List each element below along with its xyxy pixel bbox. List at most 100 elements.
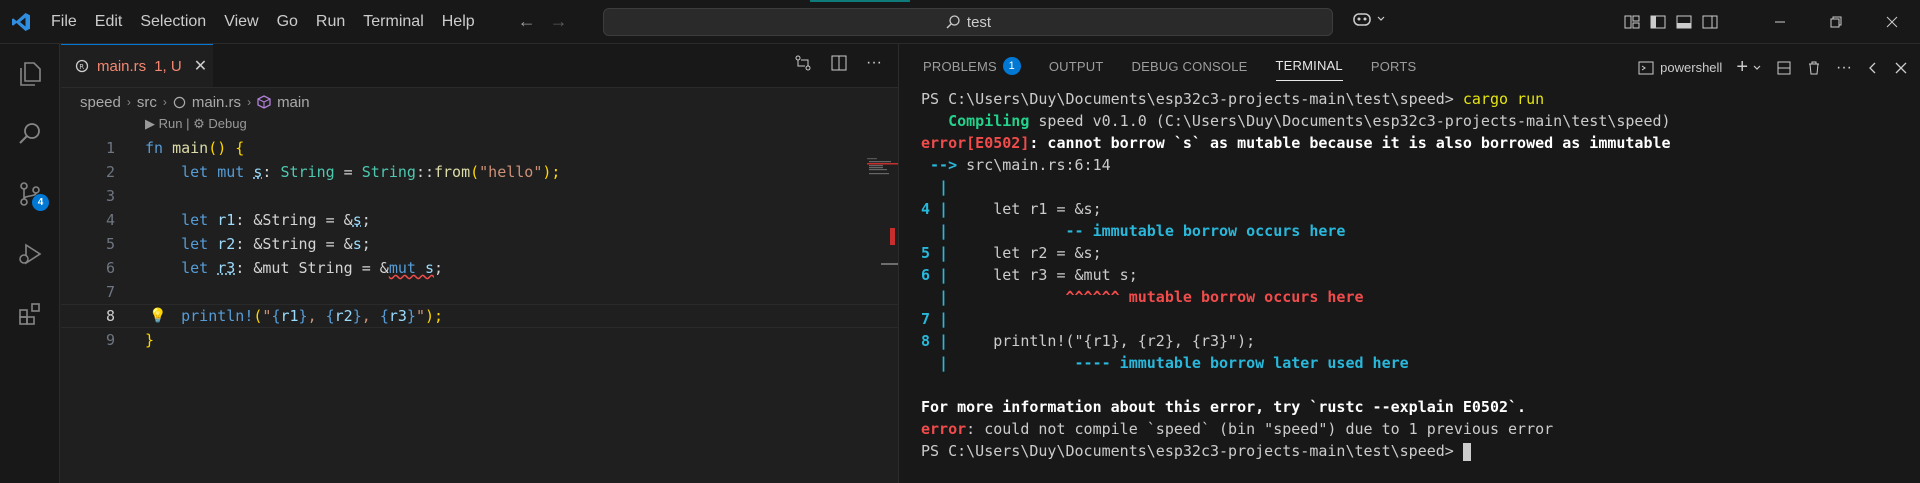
code-line: 3: [61, 184, 898, 208]
terminal-line: PS C:\Users\Duy\Documents\esp32c3-projec…: [921, 440, 1671, 462]
more-actions-icon[interactable]: ···: [1836, 59, 1852, 77]
terminal-line: --> src\main.rs:6:14: [921, 156, 1111, 174]
tab-ports[interactable]: PORTS: [1371, 44, 1431, 88]
forward-arrow-icon[interactable]: →: [550, 11, 568, 32]
menu-view[interactable]: View: [215, 7, 267, 37]
toggle-panel-icon[interactable]: [1676, 14, 1692, 30]
customize-layout-icon[interactable]: [1624, 14, 1640, 30]
editor-area: R main.rs 1, U ✕ ··· speed › src › main.r…: [61, 44, 937, 483]
svg-text:R: R: [79, 63, 84, 71]
back-arrow-icon[interactable]: ←: [518, 11, 536, 32]
files-icon: [20, 62, 41, 86]
terminal-line: error[E0502]: cannot borrow `s` as mutab…: [921, 134, 1671, 152]
tab-main-rs[interactable]: R main.rs 1, U ✕: [61, 44, 213, 87]
vscode-logo-icon: [0, 0, 42, 44]
chevron-down-icon[interactable]: [1752, 63, 1762, 73]
shell-name[interactable]: powershell: [1660, 60, 1722, 75]
chevron-right-icon: ›: [247, 95, 252, 109]
terminal-line: | ^^^^^^ mutable borrow occurs here: [921, 288, 1364, 306]
menu-file[interactable]: File: [42, 7, 86, 37]
terminal-line: | ---- immutable borrow later used here: [921, 354, 1409, 372]
error-squiggle[interactable]: mut: [389, 259, 416, 277]
line-number: 2: [105, 163, 115, 181]
terminal-line: 6 | let r3 = &mut s;: [921, 266, 1138, 284]
new-terminal-icon[interactable]: +: [1736, 56, 1748, 79]
source-control-button[interactable]: 4: [0, 164, 60, 224]
code-line: 1 fn main() {: [61, 136, 898, 160]
copilot-button[interactable]: [1352, 10, 1386, 28]
code-line: 2 let mut s: String = String::from("hell…: [61, 160, 898, 184]
menu-help[interactable]: Help: [433, 7, 484, 37]
chevron-down-icon: [1377, 16, 1385, 21]
restore-button[interactable]: [1808, 0, 1864, 44]
code-editor[interactable]: 1 fn main() { 2 let mut s: String = Stri…: [61, 136, 898, 352]
more-actions-icon[interactable]: ···: [866, 54, 882, 72]
toggle-primary-sidebar-icon[interactable]: [1650, 14, 1666, 30]
extensions-icon: [19, 303, 40, 325]
code-line: 5 let r2: &String = &s;: [61, 232, 898, 256]
codelens-debug[interactable]: Debug: [208, 116, 246, 131]
terminal-line: 7 |: [921, 310, 949, 328]
menu-terminal[interactable]: Terminal: [354, 7, 432, 37]
scrollbar-position: [881, 263, 898, 265]
terminal-line: | -- immutable borrow occurs here: [921, 222, 1346, 240]
search-view-button[interactable]: [0, 104, 60, 164]
chevron-left-icon[interactable]: [1866, 61, 1880, 75]
terminal-line: Compiling speed v0.1.0 (C:\Users\Duy\Doc…: [921, 112, 1671, 130]
open-changes-icon[interactable]: [794, 54, 812, 72]
tab-debug-console[interactable]: DEBUG CONSOLE: [1132, 44, 1262, 88]
line-number: 3: [105, 187, 115, 205]
menu-run[interactable]: Run: [307, 7, 354, 37]
command-center-search[interactable]: test: [603, 8, 1333, 36]
breadcrumb-src[interactable]: src: [137, 94, 157, 111]
breadcrumb-symbol[interactable]: main: [277, 94, 310, 111]
run-play-icon: ▶: [145, 116, 155, 131]
terminal-icon: [1638, 61, 1654, 74]
minimize-button[interactable]: [1752, 0, 1808, 44]
line-number: 9: [105, 331, 115, 349]
line-number: 7: [105, 283, 115, 301]
extensions-button[interactable]: [0, 284, 60, 344]
run-debug-button[interactable]: [0, 224, 60, 284]
search-text: test: [966, 13, 992, 31]
tab-filename: main.rs: [97, 57, 147, 75]
tab-terminal[interactable]: TERMINAL: [1275, 51, 1343, 81]
tab-output[interactable]: OUTPUT: [1049, 44, 1118, 88]
problems-badge: 1: [1002, 57, 1021, 75]
close-panel-icon[interactable]: [1894, 61, 1908, 75]
editor-actions: ···: [794, 54, 882, 72]
menu-selection[interactable]: Selection: [131, 7, 215, 37]
title-right-controls: [1624, 0, 1920, 44]
menu-edit[interactable]: Edit: [86, 7, 132, 37]
codelens-run[interactable]: Run: [159, 116, 183, 131]
terminal-line: 4 | let r1 = &s;: [921, 200, 1102, 218]
split-terminal-icon[interactable]: [1776, 60, 1792, 76]
toggle-secondary-sidebar-icon[interactable]: [1702, 14, 1718, 30]
terminal-output[interactable]: PS C:\Users\Duy\Documents\esp32c3-projec…: [921, 88, 1671, 462]
chevron-right-icon: ›: [126, 95, 131, 109]
activity-bar: 4: [0, 44, 60, 483]
code-line: 9 }: [61, 328, 898, 352]
line-number: 1: [105, 139, 115, 157]
tab-status: 1, U: [154, 57, 182, 75]
close-window-button[interactable]: [1864, 0, 1920, 44]
panel-tab-bar: PROBLEMS 1 OUTPUT DEBUG CONSOLE TERMINAL …: [899, 44, 1920, 88]
rust-file-icon: R: [75, 59, 89, 73]
line-number: 4: [105, 211, 115, 229]
explorer-button[interactable]: [0, 44, 60, 104]
scrollbar-error-marker: [890, 228, 895, 245]
tab-problems[interactable]: PROBLEMS 1: [923, 44, 1035, 88]
run-debug-icon: [19, 243, 42, 265]
breadcrumb-folder[interactable]: speed: [80, 94, 121, 111]
menu-go[interactable]: Go: [268, 7, 307, 37]
terminal-line: error: could not compile `speed` (bin "s…: [921, 420, 1554, 438]
terminal-line: |: [921, 178, 949, 196]
trash-icon[interactable]: [1806, 60, 1822, 76]
code-line: 4 let r1: &String = &s;: [61, 208, 898, 232]
tab-close-icon[interactable]: ✕: [194, 56, 207, 76]
breadcrumb-file[interactable]: main.rs: [192, 94, 241, 111]
bottom-panel: PROBLEMS 1 OUTPUT DEBUG CONSOLE TERMINAL …: [898, 44, 1920, 483]
split-editor-icon[interactable]: [830, 54, 848, 72]
terminal-cursor: [1462, 442, 1471, 461]
